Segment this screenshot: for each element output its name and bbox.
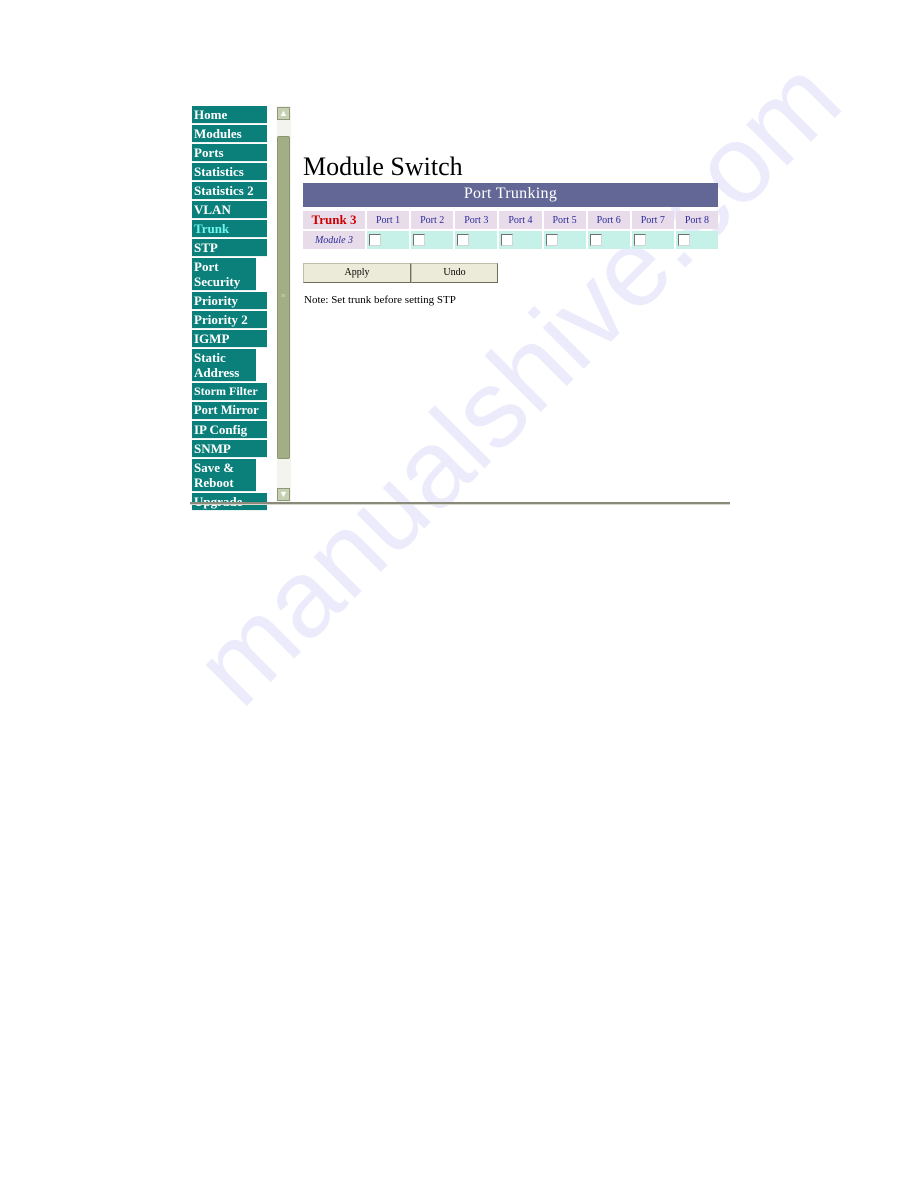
sidebar-item-priority[interactable]: Priority	[192, 292, 267, 310]
port-4-checkbox[interactable]	[501, 234, 514, 246]
port-6-checkbox[interactable]	[589, 234, 602, 246]
module-row: Module 3	[303, 231, 718, 249]
note-text: Note: Set trunk before setting STP	[304, 294, 456, 306]
port-header: Port 6	[587, 211, 630, 229]
sidebar-item-statistics[interactable]: Statistics	[192, 163, 267, 181]
port-header: Port 5	[543, 211, 586, 229]
page-title: Module Switch	[303, 152, 463, 181]
port-header-row: Trunk 3 Port 1 Port 2 Port 3 Port 4 Port…	[303, 211, 718, 229]
sidebar-item-home[interactable]: Home	[192, 106, 267, 124]
panel-title: Port Trunking	[303, 183, 718, 207]
port-1-checkbox[interactable]	[369, 234, 381, 246]
sidebar-item-vlan[interactable]: VLAN	[192, 201, 267, 219]
sidebar-item-port-mirror[interactable]: Port Mirror	[192, 402, 267, 420]
port-header: Port 4	[499, 211, 542, 229]
trunk-label: Trunk 3	[303, 211, 365, 229]
sidebar-item-ports[interactable]: Ports	[192, 144, 267, 162]
port-header: Port 3	[455, 211, 498, 229]
port-2-checkbox[interactable]	[413, 234, 426, 246]
apply-button[interactable]: Apply	[303, 263, 411, 283]
sidebar-item-storm-filter[interactable]: Storm Filter	[192, 383, 267, 401]
frame-divider	[190, 502, 730, 505]
sidebar-item-snmp[interactable]: SNMP	[192, 440, 267, 458]
sidebar-item-statistics-2[interactable]: Statistics 2	[192, 182, 267, 200]
port-trunking-panel: Port Trunking Trunk 3 Port 1 Port 2 Port…	[303, 183, 718, 251]
sidebar-item-igmp[interactable]: IGMP	[192, 330, 267, 348]
port-header: Port 1	[367, 211, 410, 229]
sidebar-item-stp[interactable]: STP	[192, 239, 267, 257]
sidebar-nav: Home Modules Ports Statistics Statistics…	[192, 106, 267, 512]
sidebar-item-modules[interactable]: Modules	[192, 125, 267, 143]
port-3-checkbox[interactable]	[457, 234, 470, 246]
port-header: Port 2	[411, 211, 454, 229]
scroll-up-arrow-icon[interactable]: ▲	[277, 107, 290, 120]
sidebar-scrollbar[interactable]: ▲ ≡ ▼	[277, 106, 291, 502]
grip-icon: ≡	[281, 291, 286, 300]
sidebar-item-static-address[interactable]: Static Address	[192, 349, 256, 382]
sidebar-item-trunk[interactable]: Trunk	[192, 220, 267, 238]
browser-frame: Home Modules Ports Statistics Statistics…	[190, 106, 730, 511]
port-7-checkbox[interactable]	[633, 234, 646, 246]
port-5-checkbox[interactable]	[545, 234, 558, 246]
sidebar-item-port-security[interactable]: Port Security	[192, 258, 256, 291]
sidebar-item-priority-2[interactable]: Priority 2	[192, 311, 267, 329]
undo-button[interactable]: Undo	[411, 263, 498, 283]
sidebar-item-ip-config[interactable]: IP Config	[192, 421, 267, 439]
port-header: Port 7	[631, 211, 674, 229]
sidebar-item-save-reboot[interactable]: Save & Reboot	[192, 459, 256, 492]
port-header: Port 8	[675, 211, 718, 229]
scroll-down-arrow-icon[interactable]: ▼	[277, 488, 290, 501]
module-label: Module 3	[303, 231, 365, 249]
trunk-table: Trunk 3 Port 1 Port 2 Port 3 Port 4 Port…	[301, 209, 720, 251]
scroll-thumb[interactable]: ≡	[277, 136, 290, 459]
port-8-checkbox[interactable]	[677, 234, 690, 246]
